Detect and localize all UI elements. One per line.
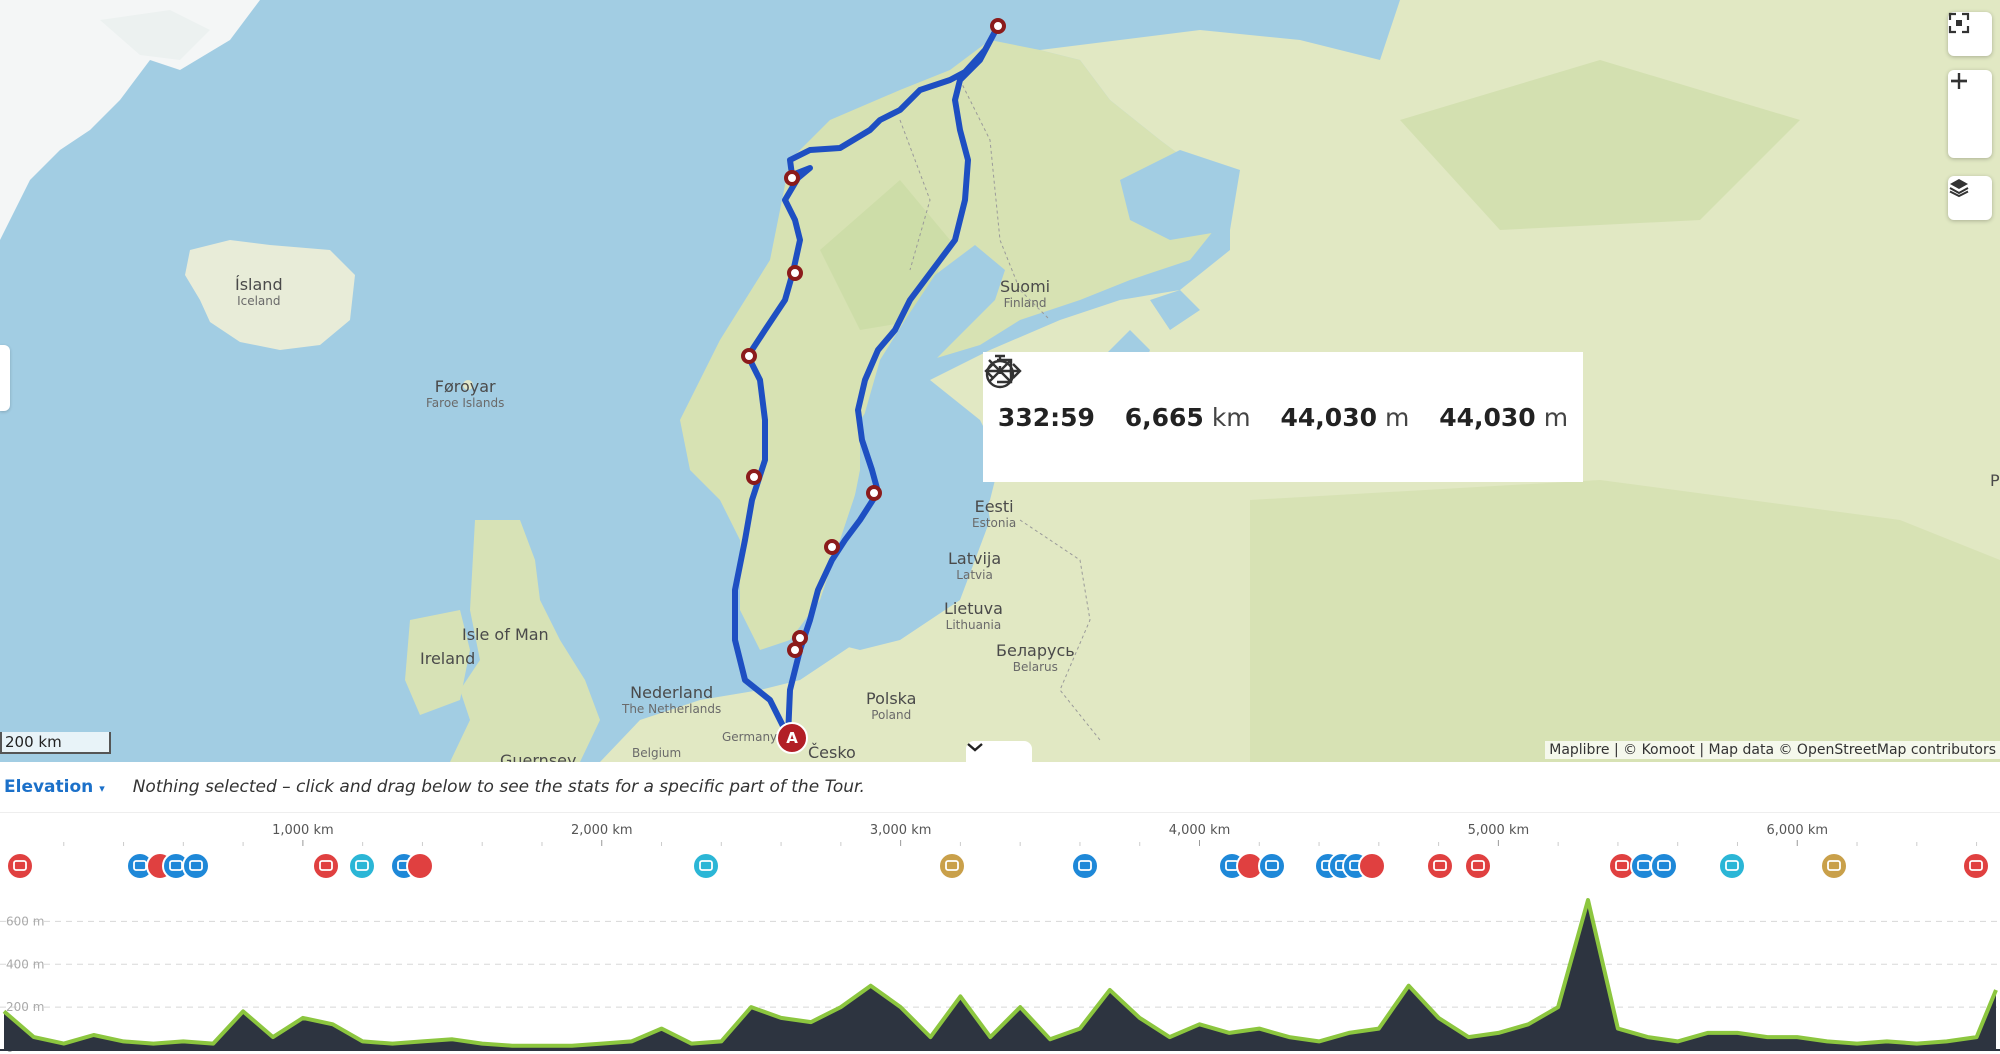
- highlight-marker[interactable]: [1358, 852, 1386, 880]
- zoom-out-button[interactable]: [1948, 79, 1992, 158]
- start-marker[interactable]: A: [776, 722, 808, 754]
- label-faroe: Føroyar Faroe Islands: [426, 377, 505, 411]
- selection-hint: Nothing selected – click and drag below …: [132, 777, 865, 797]
- sidebar-handle[interactable]: [0, 345, 10, 411]
- distance-tick-label: 1,000 km: [272, 823, 334, 838]
- elevation-dropdown[interactable]: Elevation ▾: [4, 777, 105, 797]
- layers-button[interactable]: [1948, 176, 1992, 220]
- descent-stat: 44,030 m: [988, 359, 1569, 432]
- fullscreen-control: [1948, 12, 1992, 56]
- descent-unit: m: [1543, 402, 1569, 432]
- label-poland: Polska Poland: [866, 689, 917, 723]
- caret-down-icon: ▾: [99, 782, 105, 795]
- altitude-tick-label: 600 m: [6, 914, 44, 928]
- label-belgium: Belgium: [632, 746, 682, 760]
- label-germany: Germany: [722, 730, 778, 744]
- highlight-marker[interactable]: [1650, 852, 1678, 880]
- descent-value: 44,030: [1439, 402, 1536, 432]
- distance-tick-label: 6,000 km: [1766, 823, 1828, 838]
- label-netherlands: Nederland The Netherlands: [622, 683, 722, 717]
- label-edge: P: [1990, 471, 2000, 490]
- fullscreen-button[interactable]: [1948, 12, 1992, 56]
- collapse-panel-button[interactable]: [966, 741, 1032, 762]
- label-czechia: Česko: [808, 743, 856, 762]
- zoom-out-icon: [1951, 79, 1967, 83]
- highlight-marker[interactable]: [1258, 852, 1286, 880]
- highlight-marker[interactable]: [6, 852, 34, 880]
- distance-tick-label: 2,000 km: [571, 823, 633, 838]
- chevron-down-icon: [967, 743, 983, 752]
- fullscreen-icon: [1948, 12, 1970, 34]
- tour-stats-panel: 332:59 6,665 km 44,030 m 44,030 m: [983, 352, 1583, 482]
- highlight-marker[interactable]: [1426, 852, 1454, 880]
- highlight-marker[interactable]: [1962, 852, 1990, 880]
- highlight-marker[interactable]: [938, 852, 966, 880]
- elevation-profile-chart[interactable]: 1,000 km 2,000 km 3,000 km 4,000 km 5,000 km…: [0, 812, 2000, 1054]
- altitude-tick-label: 400 m: [6, 957, 44, 971]
- label-ireland: Ireland: [420, 649, 476, 668]
- map-attribution: Maplibre | © Komoot | Map data © OpenStr…: [1545, 741, 2000, 759]
- highlight-marker[interactable]: [348, 852, 376, 880]
- elevation-toolbar: Elevation ▾ Nothing selected – click and…: [0, 772, 2000, 802]
- map-scale: 200 km: [0, 732, 111, 754]
- duration-value: 332:59: [997, 402, 1095, 432]
- highlight-marker[interactable]: [1464, 852, 1492, 880]
- distance-stat: 6,665 km: [984, 363, 1251, 432]
- ascent-value: 44,030: [1280, 402, 1377, 432]
- label-lithuania: Lietuva Lithuania: [944, 599, 1003, 633]
- ascent-unit: m: [1385, 402, 1410, 432]
- label-latvia: Latvija Latvia: [948, 549, 1002, 583]
- ascent-stat: 44,030 m: [988, 358, 1410, 432]
- highlight-marker[interactable]: [1718, 852, 1746, 880]
- label-estonia: Eesti Estonia: [972, 497, 1017, 531]
- descent-arrow-icon: [988, 359, 1013, 384]
- label-finland: Suomi Finland: [1000, 277, 1051, 311]
- highlight-marker[interactable]: [182, 852, 210, 880]
- layers-control: [1948, 176, 1992, 220]
- label-iceland: Ísland Iceland: [235, 275, 283, 309]
- duration-stat: 332:59: [985, 354, 1095, 432]
- map-view[interactable]: Ísland Iceland Føroyar Faroe Islands Suomi…: [0, 0, 2000, 762]
- distance-value: 6,665: [1124, 402, 1204, 432]
- distance-unit: km: [1211, 402, 1251, 432]
- highlight-marker[interactable]: [312, 852, 340, 880]
- highlight-marker[interactable]: [1820, 852, 1848, 880]
- label-belarus: Беларусь Belarus: [996, 641, 1075, 675]
- label-isle-of-man: Isle of Man: [462, 625, 549, 644]
- distance-tick-label: 5,000 km: [1468, 823, 1530, 838]
- distance-tick-label: 3,000 km: [870, 823, 932, 838]
- layers-icon: [1949, 179, 1969, 198]
- highlight-marker[interactable]: [1071, 852, 1099, 880]
- altitude-tick-label: 200 m: [6, 1000, 44, 1014]
- highlight-marker[interactable]: [406, 852, 434, 880]
- highlight-marker[interactable]: [692, 852, 720, 880]
- label-guernsey: Guernsey: [500, 751, 577, 763]
- distance-tick-label: 4,000 km: [1169, 823, 1231, 838]
- zoom-control: [1948, 70, 1992, 158]
